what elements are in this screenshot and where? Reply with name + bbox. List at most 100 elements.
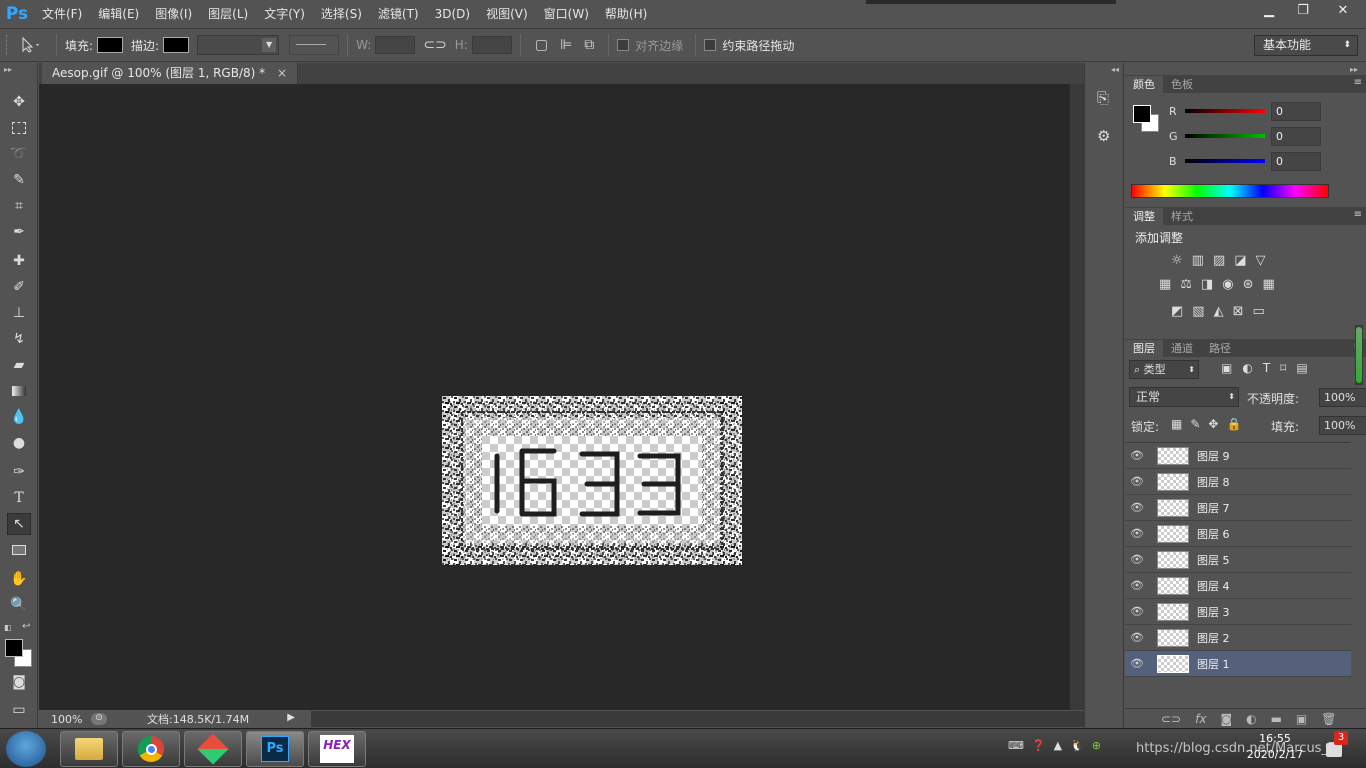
new-layer-icon[interactable]: ▣ <box>1296 712 1307 726</box>
brush-tool-icon[interactable]: ✐ <box>7 276 31 298</box>
blue-slider[interactable] <box>1185 159 1265 163</box>
photo-filter-icon[interactable]: ◉ <box>1222 277 1233 304</box>
height-input[interactable] <box>471 36 512 54</box>
layer-row[interactable]: 👁 图层 6 <box>1125 521 1351 547</box>
layer-row[interactable]: 👁 图层 7 <box>1125 495 1351 521</box>
layer-row[interactable]: 👁 图层 2 <box>1125 625 1351 651</box>
fill-input[interactable]: 100% <box>1319 416 1366 435</box>
adjustment-filter-icon[interactable]: ◐ <box>1242 361 1252 375</box>
red-value-input[interactable]: 0 <box>1271 101 1321 121</box>
tab-channels[interactable]: 通道 <box>1163 340 1201 357</box>
start-button[interactable] <box>6 731 46 767</box>
canvas-area[interactable] <box>39 84 1069 710</box>
healing-brush-tool-icon[interactable]: ✚ <box>7 250 31 272</box>
menu-3d[interactable]: 3D(D) <box>427 0 478 29</box>
selective-color-icon[interactable]: ⊠ <box>1233 304 1244 319</box>
quick-select-tool-icon[interactable]: ✎ <box>7 169 31 191</box>
vertical-scrollbar[interactable] <box>1069 84 1084 710</box>
align-edges-checkbox[interactable] <box>617 39 630 51</box>
visibility-eye-icon[interactable]: 👁 <box>1125 501 1149 514</box>
pen-tool-icon[interactable]: ✑ <box>7 461 31 483</box>
tab-paths[interactable]: 路径 <box>1201 340 1239 357</box>
path-selection-tool-icon[interactable]: ↖ <box>7 513 31 535</box>
link-icon[interactable]: ⊂⊃ <box>423 37 446 53</box>
panel-menu-icon[interactable]: ≡ <box>1354 209 1362 220</box>
menu-window[interactable]: 窗口(W) <box>536 0 597 29</box>
menu-view[interactable]: 视图(V) <box>478 0 536 29</box>
tab-swatches[interactable]: 色板 <box>1163 76 1201 93</box>
stroke-type-dropdown[interactable] <box>289 35 340 55</box>
taskbar-app-diamond[interactable] <box>184 731 242 767</box>
path-arrangement-icon[interactable]: ⧉ <box>584 37 594 53</box>
screen-mode-icon[interactable]: ▭ <box>7 699 31 721</box>
tool-preset-picker[interactable] <box>12 36 48 54</box>
constrain-path-checkbox[interactable] <box>704 39 717 51</box>
smart-object-filter-icon[interactable]: ▤ <box>1296 361 1307 375</box>
exposure-icon[interactable]: ◪ <box>1234 253 1246 277</box>
menu-help[interactable]: 帮助(H) <box>597 0 655 29</box>
new-group-icon[interactable]: ▬ <box>1271 712 1282 726</box>
hand-tool-icon[interactable]: ✋ <box>7 568 31 590</box>
panel-menu-icon[interactable]: ≡ <box>1354 77 1362 88</box>
dodge-tool-icon[interactable]: ● <box>7 432 31 454</box>
close-tab-icon[interactable]: × <box>277 66 287 80</box>
tab-adjustments[interactable]: 调整 <box>1125 208 1163 225</box>
layer-row[interactable]: 👁 图层 5 <box>1125 547 1351 573</box>
tab-styles[interactable]: 样式 <box>1163 208 1201 225</box>
black-white-icon[interactable]: ◨ <box>1201 277 1213 304</box>
taskbar-chrome[interactable] <box>122 731 180 767</box>
minimize-button[interactable]: ▁ <box>1252 0 1286 20</box>
history-panel-icon[interactable]: ⎘ <box>1097 89 1109 107</box>
visibility-eye-icon[interactable]: 👁 <box>1125 605 1149 618</box>
lock-transparent-icon[interactable]: ▦ <box>1171 417 1182 431</box>
menu-layer[interactable]: 图层(L) <box>200 0 256 29</box>
stroke-width-dropdown[interactable]: ▼ <box>197 35 280 55</box>
opacity-input[interactable]: 100% <box>1319 388 1366 407</box>
lock-position-icon[interactable]: ✥ <box>1208 417 1218 431</box>
clone-stamp-tool-icon[interactable]: ⊥ <box>7 302 31 324</box>
vibrance-icon[interactable]: ▽ <box>1256 253 1266 277</box>
system-clock[interactable]: 16:55 2020/2/17 <box>1245 731 1305 763</box>
tab-layers[interactable]: 图层 <box>1125 340 1163 357</box>
keyboard-icon[interactable]: ⌨ <box>1008 739 1024 752</box>
lasso-tool-icon[interactable]: ➰ <box>7 143 31 165</box>
taskbar-explorer[interactable] <box>60 731 118 767</box>
layer-mask-icon[interactable]: ◙ <box>1220 712 1232 726</box>
stroke-swatch[interactable] <box>163 37 190 53</box>
red-slider[interactable] <box>1185 109 1265 113</box>
layer-filter-dropdown[interactable]: ⌕ 类型 ⬍ <box>1129 360 1199 379</box>
posterize-icon[interactable]: ▧ <box>1192 304 1204 319</box>
dock-collapse-icon[interactable]: ◂◂ <box>1111 65 1119 74</box>
swap-colors-icon[interactable]: ↩ <box>22 621 30 632</box>
layer-row[interactable]: 👁 图层 4 <box>1125 573 1351 599</box>
document-tab[interactable]: Aesop.gif @ 100% (图层 1, RGB/8) * × <box>42 63 299 84</box>
menu-type[interactable]: 文字(Y) <box>256 0 313 29</box>
link-layers-icon[interactable]: ⊂⊃ <box>1161 712 1181 726</box>
tab-color[interactable]: 颜色 <box>1125 76 1163 93</box>
menu-filter[interactable]: 滤镜(T) <box>370 0 427 29</box>
visibility-eye-icon[interactable]: 👁 <box>1125 657 1149 670</box>
zoom-tool-icon[interactable]: 🔍 <box>7 594 31 616</box>
default-colors-icon[interactable]: ◧ <box>4 623 14 633</box>
toolbox-collapse-icon[interactable]: ▸▸ <box>4 65 12 74</box>
blend-mode-dropdown[interactable]: 正常 ⬍ <box>1129 387 1239 407</box>
status-menu-arrow-icon[interactable]: ▶ <box>287 712 295 723</box>
horizontal-scrollbar[interactable] <box>311 711 1084 727</box>
tray-expand-icon[interactable]: ▲ <box>1054 739 1062 752</box>
panels-collapse-icon[interactable]: ▸▸ <box>1350 65 1358 74</box>
visibility-eye-icon[interactable]: 👁 <box>1125 631 1149 644</box>
move-tool-icon[interactable]: ✥ <box>7 91 31 113</box>
curves-icon[interactable]: ▨ <box>1213 253 1225 277</box>
properties-panel-icon[interactable]: ⚙ <box>1097 127 1110 145</box>
green-slider[interactable] <box>1185 134 1265 138</box>
notification-icon[interactable] <box>1326 743 1342 757</box>
history-brush-tool-icon[interactable]: ↯ <box>7 328 31 350</box>
status-info-icon[interactable]: ⊙ <box>91 713 107 725</box>
eraser-tool-icon[interactable]: ▰ <box>7 354 31 376</box>
captcha-image[interactable] <box>442 396 742 565</box>
fill-swatch[interactable] <box>97 37 124 53</box>
blue-value-input[interactable]: 0 <box>1271 151 1321 171</box>
width-input[interactable] <box>375 36 416 54</box>
restore-button[interactable]: ❐ <box>1286 0 1320 20</box>
layer-style-icon[interactable]: fx <box>1195 712 1206 726</box>
